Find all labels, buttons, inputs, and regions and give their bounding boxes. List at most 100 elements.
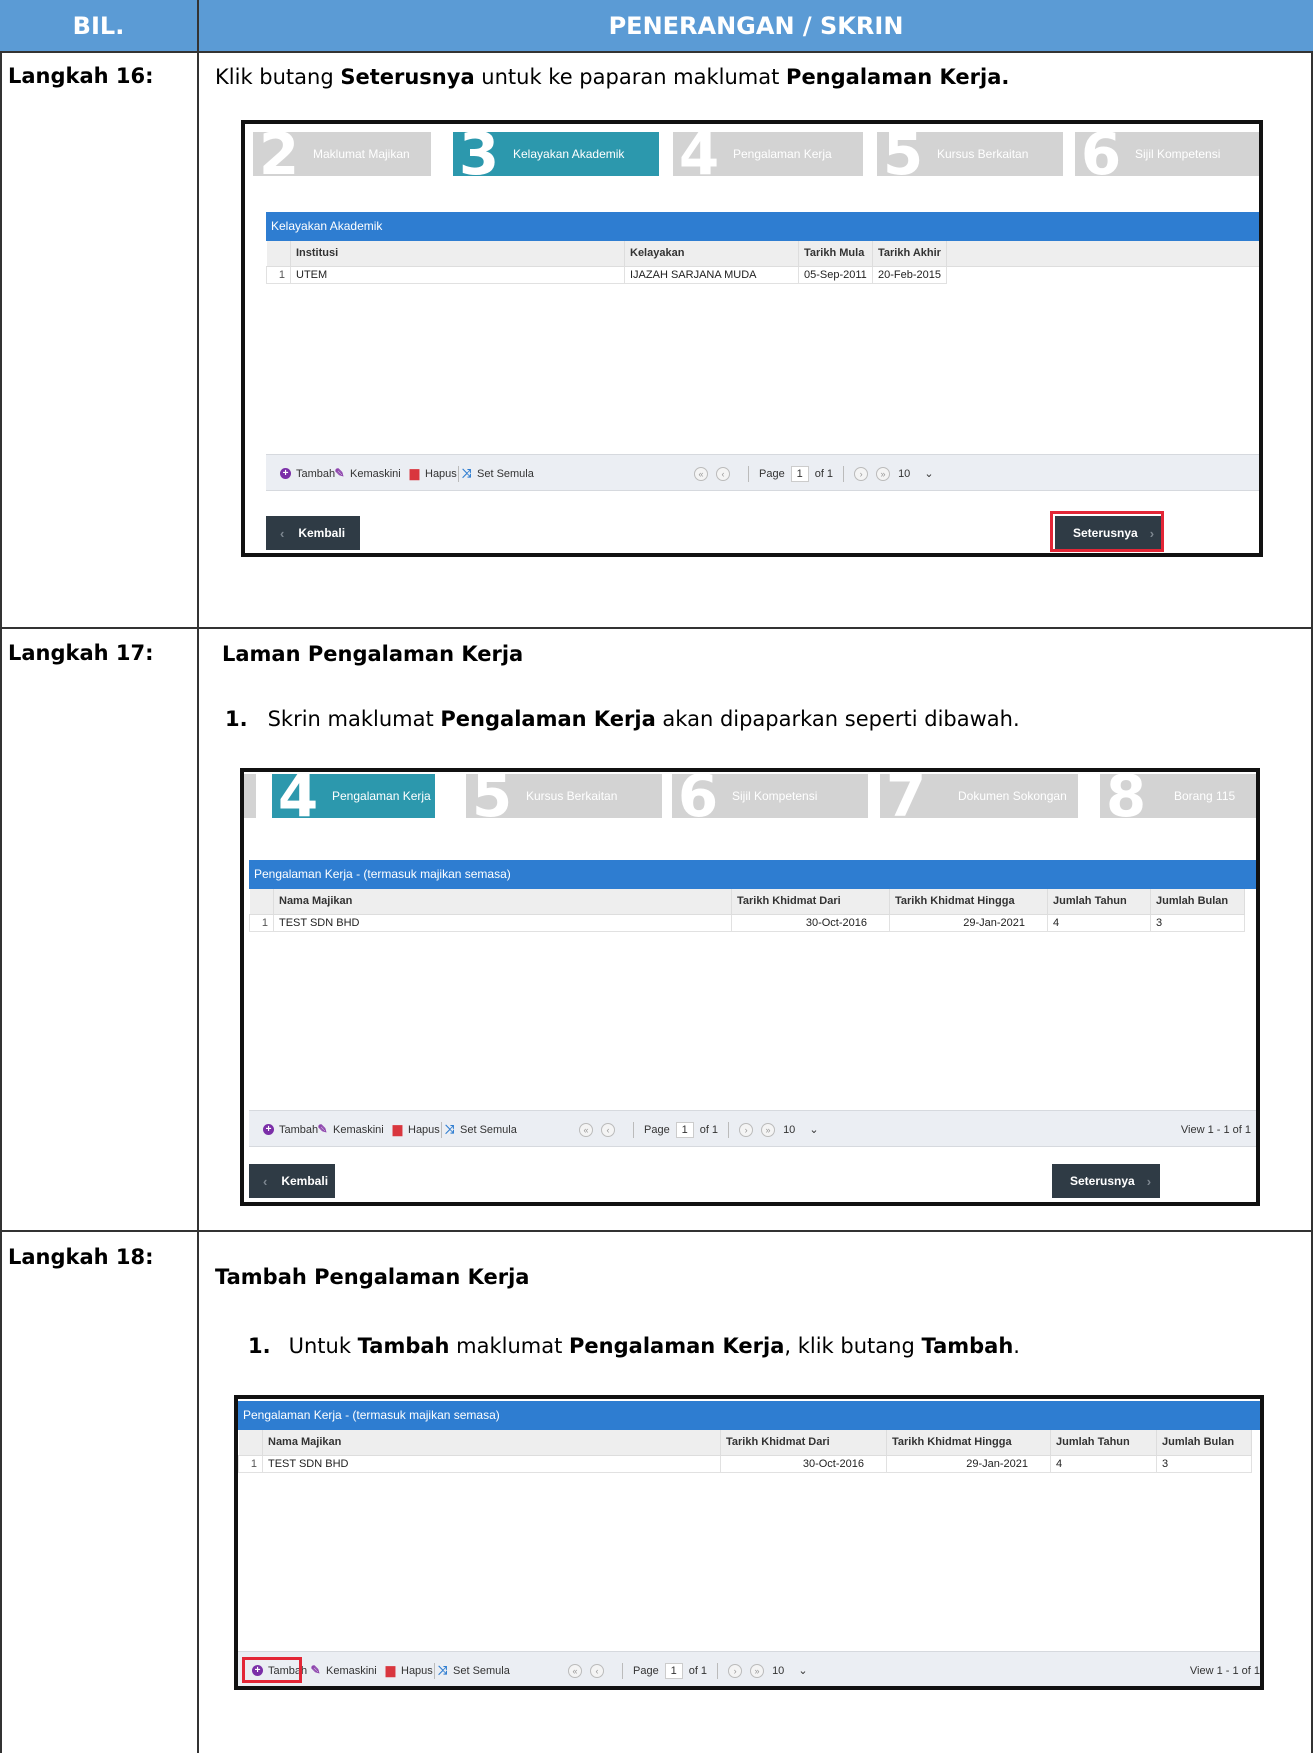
chevron-left-icon: ‹ xyxy=(280,525,285,541)
wizard-step[interactable]: 5 Kursus Berkaitan xyxy=(877,132,1063,176)
reset-button[interactable]: ⤨ Set Semula xyxy=(444,1111,517,1148)
rows-per-page-select[interactable]: 10 ⌄ xyxy=(783,1123,818,1136)
table-border-left xyxy=(0,52,2,1753)
prev-page-icon[interactable]: ‹ xyxy=(716,466,730,481)
highlight-box xyxy=(1050,511,1164,552)
column-header[interactable]: Jumlah Bulan xyxy=(1150,889,1245,915)
prev-page-icon[interactable]: ‹ xyxy=(601,1122,615,1137)
last-page-icon[interactable]: » xyxy=(876,466,891,481)
column-header[interactable]: Tarikh Mula xyxy=(798,241,873,267)
data-grid: Nama Majikan Tarikh Khidmat Dari Tarikh … xyxy=(249,889,1245,932)
grid-title: Kelayakan Akademik xyxy=(266,212,1259,241)
wizard-step[interactable]: 2 Maklumat Majikan xyxy=(253,132,431,176)
add-button[interactable]: + Tambah xyxy=(280,455,335,492)
edit-button[interactable]: ✎ Kemaskini xyxy=(310,1652,376,1686)
data-grid: Nama Majikan Tarikh Khidmat Dari Tarikh … xyxy=(238,1430,1252,1473)
wizard-step[interactable]: 8 Borang 115 xyxy=(1100,774,1256,818)
prev-page-icon[interactable]: ‹ xyxy=(590,1663,604,1678)
column-header[interactable]: Nama Majikan xyxy=(273,889,732,915)
toolbar-separator xyxy=(458,465,459,482)
trash-icon: ▆ xyxy=(409,466,420,480)
toolbar-separator xyxy=(434,1662,435,1679)
wizard-step xyxy=(244,774,256,818)
step-title: Laman Pengalaman Kerja xyxy=(222,642,524,666)
step-instruction: 1. Untuk Tambah maklumat Pengalaman Kerja… xyxy=(248,1334,1020,1358)
first-page-icon[interactable]: « xyxy=(568,1663,582,1678)
column-header[interactable]: Tarikh Khidmat Dari xyxy=(731,889,890,915)
column-header[interactable]: Jumlah Tahun xyxy=(1047,889,1151,915)
chevron-down-icon: ⌄ xyxy=(809,1124,819,1136)
pencil-icon: ✎ xyxy=(317,1122,328,1136)
wizard-step[interactable]: 4 Pengalaman Kerja xyxy=(673,132,863,176)
reset-button[interactable]: ⤨ Set Semula xyxy=(461,455,534,492)
chevron-right-icon: › xyxy=(1146,1173,1152,1189)
wizard-step[interactable]: 7 Dokumen Sokongan xyxy=(880,774,1078,818)
column-header[interactable]: Jumlah Bulan xyxy=(1156,1430,1252,1456)
shuffle-icon: ⤨ xyxy=(444,1122,455,1136)
table-row[interactable]: 1 TEST SDN BHD 30-Oct-2016 29-Jan-2021 4… xyxy=(249,913,1245,932)
step-label: Langkah 18: xyxy=(8,1245,154,1269)
shuffle-icon: ⤨ xyxy=(461,466,472,480)
add-button[interactable]: + Tambah xyxy=(263,1111,318,1148)
screenshot-tambah-pengalaman: Pengalaman Kerja - (termasuk majikan sem… xyxy=(234,1395,1264,1690)
back-button[interactable]: ‹ Kembali xyxy=(249,1164,335,1198)
reset-button[interactable]: ⤨ Set Semula xyxy=(437,1652,510,1686)
column-header[interactable]: Tarikh Akhir xyxy=(872,241,947,267)
toolbar-separator xyxy=(441,1121,442,1138)
header-penerangan: PENERANGAN / SKRIN xyxy=(199,0,1313,52)
header-bil: BIL. xyxy=(0,0,197,52)
back-button[interactable]: ‹ Kembali xyxy=(266,516,360,550)
grid-toolbar: + Tambah ✎ Kemaskini ▆ Hapus ⤨ Set Semula «‹… xyxy=(266,454,1259,492)
highlight-box xyxy=(242,1657,302,1683)
wizard-step-active[interactable]: 3 Kelayakan Akademik xyxy=(453,132,659,176)
pencil-icon: ✎ xyxy=(334,466,345,480)
record-count: View 1 - 1 of 1 xyxy=(1189,1664,1260,1677)
page-input[interactable]: 1 xyxy=(664,1662,683,1679)
next-page-icon[interactable]: › xyxy=(739,1122,754,1137)
table-row[interactable]: 1 UTEM IJAZAH SARJANA MUDA 05-Sep-2011 2… xyxy=(266,265,1260,284)
next-page-icon[interactable]: › xyxy=(728,1663,743,1678)
manual-page: BIL. PENERANGAN / SKRIN Langkah 16: Klik… xyxy=(0,0,1313,1753)
pencil-icon: ✎ xyxy=(310,1663,321,1677)
chevron-down-icon: ⌄ xyxy=(924,468,934,480)
table-divider xyxy=(197,0,199,1753)
grid-toolbar: + Tambah ✎ Kemaskini ▆ Hapus ⤨ Set Semula «‹… xyxy=(238,1651,1260,1686)
trash-icon: ▆ xyxy=(385,1663,396,1677)
column-header[interactable]: Tarikh Khidmat Hingga xyxy=(889,889,1048,915)
screenshot-pengalaman-kerja: 4 Pengalaman Kerja 5 Kursus Berkaitan 6 Sij… xyxy=(240,768,1260,1206)
last-page-icon[interactable]: » xyxy=(750,1663,765,1678)
shuffle-icon: ⤨ xyxy=(437,1663,448,1677)
first-page-icon[interactable]: « xyxy=(694,466,708,481)
step-title: Tambah Pengalaman Kerja xyxy=(215,1265,530,1289)
wizard-step[interactable]: 6 Sijil Kompetensi xyxy=(672,774,868,818)
chevron-down-icon: ⌄ xyxy=(798,1665,808,1677)
data-grid: Institusi Kelayakan Tarikh Mula Tarikh A… xyxy=(266,241,1260,284)
next-page-icon[interactable]: › xyxy=(854,466,869,481)
table-row[interactable]: 1 TEST SDN BHD 30-Oct-2016 29-Jan-2021 4… xyxy=(238,1454,1252,1473)
column-header[interactable]: Tarikh Khidmat Dari xyxy=(720,1430,887,1456)
wizard-step[interactable]: 6 Sijil Kompetensi xyxy=(1075,132,1259,176)
column-header[interactable]: Tarikh Khidmat Hingga xyxy=(886,1430,1051,1456)
wizard-step[interactable]: 5 Kursus Berkaitan xyxy=(466,774,662,818)
grid-title: Pengalaman Kerja - (termasuk majikan sem… xyxy=(249,860,1256,889)
edit-button[interactable]: ✎ Kemaskini xyxy=(317,1111,383,1148)
page-input[interactable]: 1 xyxy=(675,1121,694,1138)
column-header[interactable]: Kelayakan xyxy=(624,241,799,267)
next-button[interactable]: Seterusnya › xyxy=(1052,1164,1160,1198)
record-count: View 1 - 1 of 1 xyxy=(1180,1123,1251,1136)
grid-toolbar: + Tambah ✎ Kemaskini ▆ Hapus ⤨ Set Semula «‹… xyxy=(249,1110,1256,1148)
edit-button[interactable]: ✎ Kemaskini xyxy=(334,455,400,492)
rows-per-page-select[interactable]: 10 ⌄ xyxy=(898,467,933,480)
first-page-icon[interactable]: « xyxy=(579,1122,593,1137)
trash-icon: ▆ xyxy=(392,1122,403,1136)
last-page-icon[interactable]: » xyxy=(761,1122,776,1137)
plus-circle-icon: + xyxy=(280,468,291,479)
page-input[interactable]: 1 xyxy=(790,465,809,482)
rows-per-page-select[interactable]: 10 ⌄ xyxy=(772,1664,807,1677)
column-header[interactable]: Institusi xyxy=(290,241,625,267)
column-header[interactable]: Jumlah Tahun xyxy=(1050,1430,1157,1456)
column-header[interactable]: Nama Majikan xyxy=(262,1430,721,1456)
wizard-step-active[interactable]: 4 Pengalaman Kerja xyxy=(272,774,435,818)
grid-title: Pengalaman Kerja - (termasuk majikan sem… xyxy=(238,1401,1260,1430)
step-label: Langkah 17: xyxy=(8,641,154,665)
